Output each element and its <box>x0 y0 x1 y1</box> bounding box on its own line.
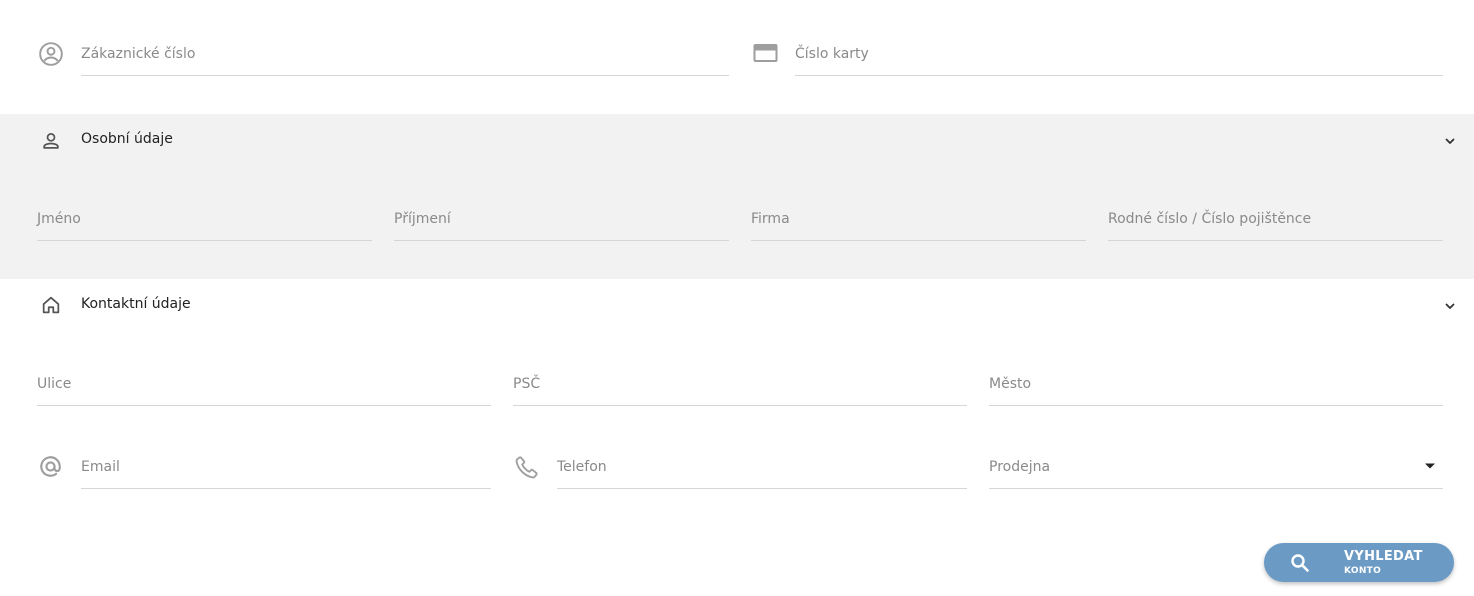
street-underline <box>37 405 491 406</box>
email-underline <box>81 488 491 489</box>
city-underline <box>989 405 1443 406</box>
phone-icon <box>514 454 540 480</box>
personal-section-header[interactable] <box>0 114 1474 164</box>
card-number-input[interactable] <box>795 38 1443 74</box>
person-icon <box>40 130 62 152</box>
phone-input[interactable] <box>557 452 967 488</box>
first-name-placeholder: Jméno <box>37 211 81 227</box>
zip-placeholder: PSČ <box>513 376 541 392</box>
email-placeholder: Email <box>81 459 120 475</box>
city-input[interactable] <box>989 369 1443 405</box>
phone-placeholder: Telefon <box>557 459 607 475</box>
first-name-input[interactable] <box>37 204 372 240</box>
email-input[interactable] <box>81 452 491 488</box>
street-input[interactable] <box>37 369 491 405</box>
customer-number-placeholder: Zákaznické číslo <box>81 46 196 62</box>
store-select-placeholder: Prodejna <box>989 459 1051 475</box>
account-search-form: Zákaznické číslo Číslo karty Osobní údaj… <box>0 0 1474 596</box>
company-underline <box>751 240 1086 241</box>
company-input[interactable] <box>751 204 1086 240</box>
city-placeholder: Město <box>989 376 1032 392</box>
search-button-label: VYHLEDAT <box>1344 549 1423 564</box>
street-placeholder: Ulice <box>37 376 72 392</box>
company-placeholder: Firma <box>751 211 790 227</box>
chevron-down-icon[interactable] <box>1443 299 1457 313</box>
store-select-underline <box>989 488 1443 489</box>
dropdown-arrow-icon[interactable] <box>1424 462 1436 470</box>
search-account-button[interactable]: VYHLEDAT KONTO <box>1264 543 1454 582</box>
search-icon <box>1291 554 1309 572</box>
credit-card-icon <box>752 42 779 64</box>
phone-underline <box>557 488 967 489</box>
personal-section-title: Osobní údaje <box>81 131 173 147</box>
zip-input[interactable] <box>513 369 967 405</box>
search-button-sublabel: KONTO <box>1344 566 1382 576</box>
chevron-down-icon[interactable] <box>1443 134 1457 148</box>
zip-underline <box>513 405 967 406</box>
first-name-underline <box>37 240 372 241</box>
contact-section-header[interactable] <box>0 279 1474 329</box>
last-name-underline <box>394 240 729 241</box>
card-number-placeholder: Číslo karty <box>795 46 869 62</box>
birth-number-placeholder: Rodné číslo / Číslo pojištěnce <box>1108 211 1312 227</box>
contact-section-title: Kontaktní údaje <box>81 296 191 312</box>
card-number-underline <box>795 75 1443 76</box>
at-sign-icon <box>37 453 64 480</box>
store-select[interactable] <box>989 452 1443 488</box>
last-name-placeholder: Příjmení <box>394 211 451 227</box>
customer-number-underline <box>81 75 729 76</box>
account-circle-icon <box>38 41 64 67</box>
home-icon <box>40 294 62 316</box>
birth-number-underline <box>1108 240 1443 241</box>
